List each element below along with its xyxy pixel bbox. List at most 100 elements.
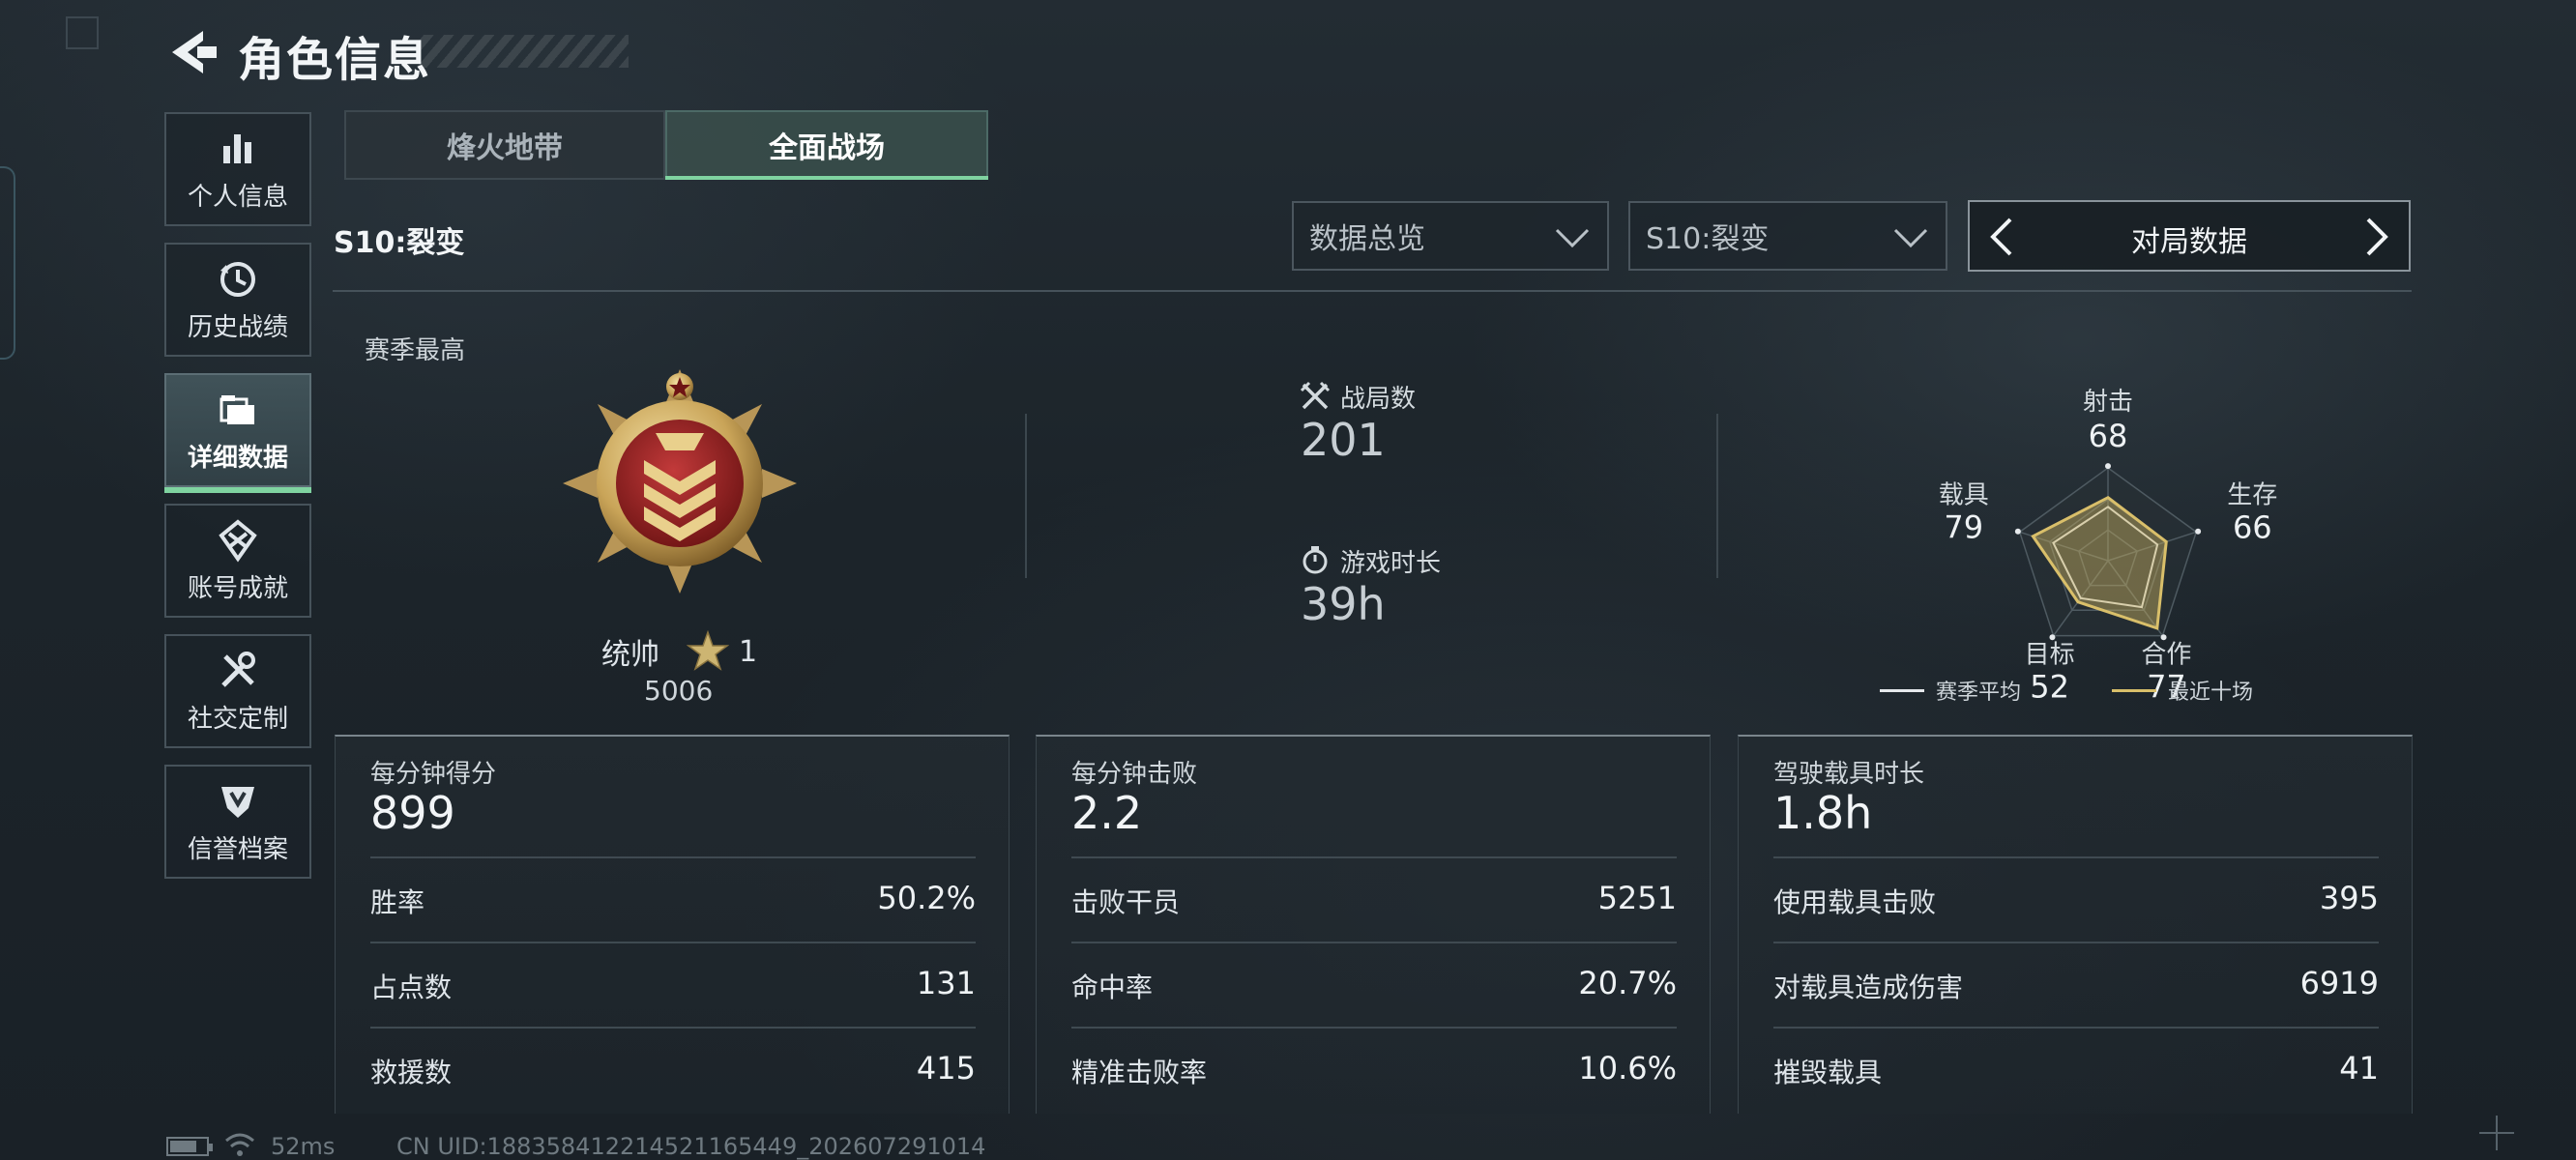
battery-level (170, 1141, 196, 1152)
radar-axis-label: 生存 (2227, 480, 2277, 509)
tab-all-out-warfare[interactable]: 全面战场 (665, 110, 988, 180)
radar-axis-value: 66 (2233, 508, 2272, 545)
stat-card-score: 每分钟得分 899 胜率 50.2% 占点数 131 救援数 415 (335, 735, 1010, 1114)
sidebar-item-label: 信誉档案 (187, 834, 288, 864)
sidebar-item-label: 个人信息 (187, 182, 288, 212)
tab-warzone[interactable]: 烽火地带 (344, 110, 665, 180)
overview-dropdown[interactable]: 数据总览 (1292, 201, 1609, 271)
legend-label: 最近十场 (2168, 681, 2254, 705)
crossed-swords-icon (1300, 381, 1331, 410)
list-item: 胜率 50.2% (370, 856, 976, 942)
battery-icon (166, 1137, 213, 1156)
title-decoration (418, 35, 629, 68)
legend-recent-ten: 最近十场 (2112, 675, 2253, 706)
radar-axis-label: 射击 (2083, 388, 2133, 417)
rank-score: 5006 (644, 675, 714, 707)
dropdown-value: S10:裂变 (1646, 222, 1770, 256)
stat-card-kills: 每分钟击败 2.2 击败干员 5251 命中率 20.7% 精准击败率 10.6… (1036, 735, 1711, 1114)
radar-axis-value: 68 (2089, 418, 2128, 454)
matches-value: 201 (1301, 414, 1386, 466)
ping-text: 52ms (271, 1133, 336, 1160)
ability-radar-chart: 射击68生存66合作77目标52载具79 (1939, 388, 2278, 706)
radar-vertex-dot (2105, 463, 2111, 470)
legend-line-gold (2112, 688, 2156, 692)
legend-label: 赛季平均 (1936, 681, 2022, 705)
card-title: 每分钟击败 (1071, 760, 1198, 789)
chevron-right-icon[interactable] (2356, 216, 2395, 258)
list-item: 占点数 131 (370, 942, 976, 1027)
shield-icon (221, 786, 254, 818)
pager-label: 对局数据 (2131, 225, 2247, 259)
crosshair-icon (2479, 1116, 2514, 1150)
row-label: 精准击败率 (1071, 1057, 1208, 1088)
list-item: 摧毁载具 41 (1773, 1027, 2379, 1112)
dropdown-value: 数据总览 (1309, 222, 1425, 256)
sidebar-item-detailed-data[interactable]: 详细数据 (164, 373, 311, 493)
bar-chart-icon (223, 133, 251, 163)
row-label: 救援数 (370, 1057, 453, 1088)
season-dropdown[interactable]: S10:裂变 (1628, 201, 1947, 271)
rank-name: 统帅 (601, 638, 659, 672)
list-item: 精准击败率 10.6% (1071, 1027, 1677, 1112)
radar-vertex-dot (2195, 528, 2202, 535)
rank-medal-icon (563, 369, 797, 594)
edge-drawer-handle[interactable] (0, 166, 15, 360)
sidebar-item-reputation[interactable]: 信誉档案 (164, 765, 311, 879)
row-label: 击败干员 (1071, 886, 1181, 918)
season-label: S10:裂变 (334, 226, 465, 260)
radar-axis-label: 目标 (2025, 641, 2075, 670)
card-value: 2.2 (1071, 787, 1143, 839)
row-label: 对载具造成伤害 (1773, 972, 1964, 1003)
cards-icon (220, 394, 254, 424)
row-label: 摧毁载具 (1773, 1057, 1883, 1088)
row-value: 10.6% (1578, 1050, 1677, 1087)
row-label: 命中率 (1071, 972, 1154, 1003)
back-arrow-icon[interactable] (164, 25, 219, 79)
row-value: 50.2% (877, 880, 976, 916)
column-divider (1716, 414, 1718, 578)
radar-vertex-dot (2049, 634, 2056, 641)
legend-line-white (1880, 688, 1924, 692)
matches-label: 战局数 (1340, 385, 1417, 414)
card-title: 每分钟得分 (370, 760, 497, 789)
list-item: 对载具造成伤害 6919 (1773, 942, 2379, 1027)
radar-vertex-dot (2160, 634, 2167, 641)
wifi-icon (225, 1133, 254, 1156)
radar-axis-label: 载具 (1939, 480, 1989, 509)
rank-row: 统帅 1 (601, 630, 757, 673)
radar-vertex-dot (2014, 528, 2021, 535)
list-item: 击败干员 5251 (1071, 856, 1677, 942)
season-best-label: 赛季最高 (365, 336, 466, 365)
column-divider (1025, 414, 1027, 578)
row-label: 使用载具击败 (1773, 886, 1937, 918)
chevron-down-icon (1893, 228, 1928, 248)
chevron-down-icon (1555, 228, 1590, 248)
playtime-value: 39h (1301, 578, 1386, 630)
playtime-label: 游戏时长 (1340, 549, 1442, 578)
radar-axis-label: 合作 (2141, 641, 2191, 670)
sidebar-item-social[interactable]: 社交定制 (164, 634, 311, 748)
radar-axis-value: 52 (2030, 669, 2069, 706)
card-value: 899 (370, 787, 455, 839)
sidebar-item-label: 社交定制 (187, 704, 288, 734)
stopwatch-icon (1303, 546, 1328, 574)
sidebar-item-label: 历史战绩 (187, 312, 288, 342)
sidebar-item-achievements[interactable]: 账号成就 (164, 504, 311, 618)
history-clock-icon (220, 261, 255, 297)
legend-season-average: 赛季平均 (1880, 675, 2021, 706)
uid-text: CN UID:188358412214521165449_20260729101… (396, 1133, 986, 1160)
row-value: 6919 (2299, 965, 2379, 1001)
card-title: 驾驶载具时长 (1773, 760, 1925, 789)
row-value: 395 (2319, 880, 2379, 916)
row-label: 胜率 (370, 886, 425, 918)
list-item: 使用载具击败 395 (1773, 856, 2379, 942)
sidebar-item-history[interactable]: 历史战绩 (164, 243, 311, 357)
row-value: 5251 (1597, 880, 1677, 916)
sidebar-item-label: 详细数据 (187, 443, 288, 473)
section-divider (333, 290, 2412, 292)
corner-square-icon (66, 16, 99, 49)
row-value: 20.7% (1578, 965, 1677, 1001)
rank-stars-count: 1 (739, 634, 758, 669)
sidebar-item-profile[interactable]: 个人信息 (164, 112, 311, 226)
page-title: 角色信息 (238, 33, 432, 87)
